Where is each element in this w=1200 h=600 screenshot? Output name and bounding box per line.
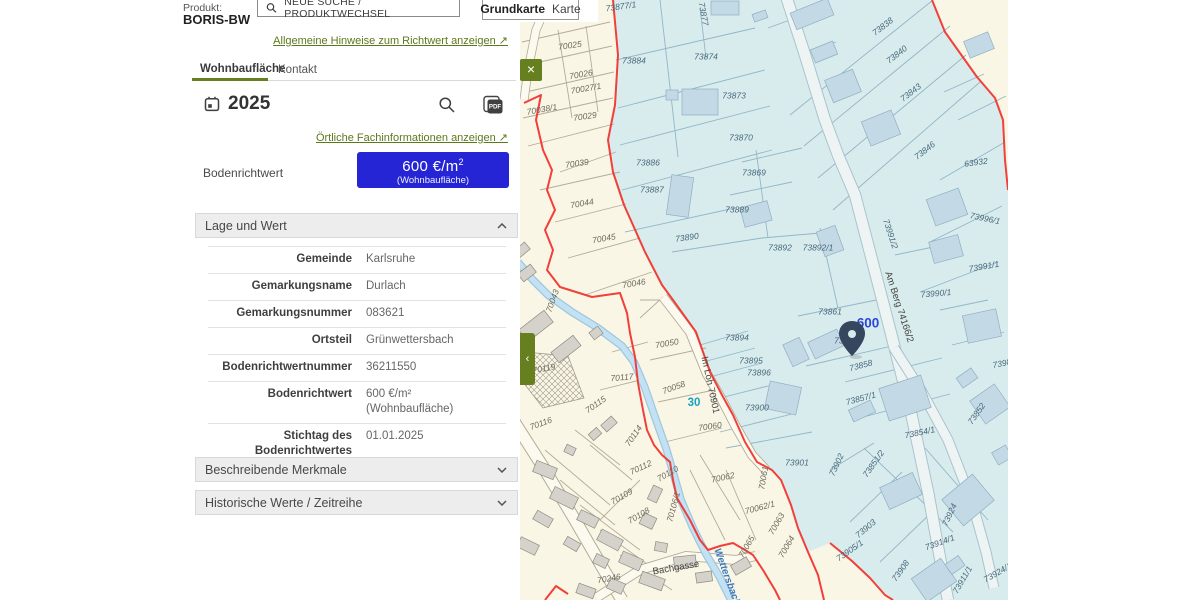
basemap-switcher[interactable]: Grundkarte Karte — [482, 0, 579, 20]
table-row-value: 01.01.2025 — [366, 429, 506, 459]
parcel-label: 73873 — [722, 90, 746, 100]
close-icon: × — [527, 61, 535, 77]
table-row: Bodenrichtwertnummer 36211550 — [208, 355, 506, 382]
parcel-label: 73901 — [785, 457, 809, 467]
active-tab-underline — [192, 78, 268, 81]
chevron-up-icon — [497, 223, 507, 229]
chevron-down-icon — [497, 500, 507, 506]
tab-wohnbauflaeche[interactable]: Wohnbaufläche — [200, 63, 285, 75]
accordion-lage-und-wert[interactable]: Lage und Wert — [195, 213, 518, 238]
accordion-beschreibende-merkmale[interactable]: Beschreibende Merkmale — [195, 457, 518, 482]
brw-note: (Wohnbaufläche) — [397, 175, 469, 186]
general-hints-link[interactable]: Allgemeine Hinweise zum Richtwert anzeig… — [273, 34, 508, 47]
table-row-label: Gemarkungsname — [208, 279, 352, 294]
table-row-value: Durlach — [366, 279, 506, 294]
year-selector[interactable]: 2025 — [228, 93, 270, 115]
parcel-label: 73869 — [742, 167, 766, 177]
table-row-value: 083621 — [366, 306, 506, 321]
bodenrichtwert-value-button[interactable]: 600 €/m2 (Wohnbaufläche) — [357, 152, 509, 188]
map-canvas[interactable]: 73877/1738777388473874738737387073838738… — [520, 0, 1008, 600]
table-row-value: Grünwettersbach — [366, 333, 506, 348]
brw-value-label: 30 — [688, 397, 701, 409]
parcel-label: 73861 — [818, 306, 842, 316]
parcel-label: 73892 — [768, 242, 792, 252]
table-row: Gemarkungsnummer 083621 — [208, 301, 506, 328]
pdf-export-icon[interactable]: PDF — [482, 95, 505, 116]
brw-sup: 2 — [459, 157, 464, 167]
accordion-label: Lage und Wert — [205, 219, 287, 233]
basemap-grundkarte[interactable]: Grundkarte — [480, 2, 545, 16]
calendar-icon — [203, 95, 221, 113]
chevron-down-icon — [497, 467, 507, 473]
search-icon — [266, 2, 277, 14]
table-row-label: Bodenrichtwert — [208, 387, 352, 417]
table-row-value: 600 €/m² (Wohnbaufläche) — [366, 387, 506, 417]
bodenrichtwert-label: Bodenrichtwert — [203, 166, 283, 180]
accordion-label: Historische Werte / Zeitreihe — [205, 496, 362, 510]
parcel-label: 73892/1 — [803, 242, 834, 252]
chevron-left-icon: ‹ — [526, 353, 530, 365]
parcel-label: 70117 — [610, 371, 634, 383]
parcel-label: 73870 — [729, 132, 753, 142]
parcel-label: 73894 — [725, 332, 749, 342]
close-panel-button[interactable]: × — [520, 59, 542, 81]
parcel-label: 73889 — [725, 204, 749, 214]
basemap-karte[interactable]: Karte — [552, 2, 581, 16]
parcel-label: 73900 — [745, 402, 769, 412]
parcel-label: 73895 — [739, 355, 763, 365]
lage-und-wert-table: GemeindeKarlsruheGemarkungsnameDurlachGe… — [208, 246, 506, 466]
new-search-label: NEUE SUCHE / PRODUKTWECHSEL — [284, 0, 459, 20]
parcel-label: 73874 — [694, 51, 718, 61]
accordion-label: Beschreibende Merkmale — [205, 463, 347, 477]
map-search-icon[interactable] — [438, 96, 456, 114]
table-row-label: Gemarkungsnummer — [208, 306, 352, 321]
accordion-historische-werte[interactable]: Historische Werte / Zeitreihe — [195, 490, 518, 515]
local-info-link[interactable]: Örtliche Fachinformationen anzeigen ↗ — [316, 131, 508, 144]
parcel-label: 73886 — [636, 157, 660, 167]
table-row-label: Bodenrichtwertnummer — [208, 360, 352, 375]
table-row: Gemeinde Karlsruhe — [208, 246, 506, 274]
parcel-label: 73884 — [622, 55, 646, 65]
table-row-label: Gemeinde — [208, 252, 352, 267]
table-row-label: Ortsteil — [208, 333, 352, 348]
product-name: BORIS-BW — [183, 12, 250, 27]
table-row-label: Stichtag des Bodenrichtwertes — [208, 429, 352, 459]
parcel-label: 73896 — [747, 367, 771, 377]
parcel-label: 73887 — [640, 184, 664, 194]
brw-value: 600 €/m — [402, 158, 458, 175]
table-row: Ortsteil Grünwettersbach — [208, 328, 506, 355]
svg-text:PDF: PDF — [489, 103, 502, 110]
tab-kontakt[interactable]: Kontakt — [278, 64, 317, 76]
table-row-value: Karlsruhe — [366, 252, 506, 267]
table-row: Bodenrichtwert 600 €/m² (Wohnbaufläche) — [208, 382, 506, 424]
table-row: Gemarkungsname Durlach — [208, 274, 506, 301]
new-search-button[interactable]: NEUE SUCHE / PRODUKTWECHSEL — [257, 0, 460, 17]
sidebar-collapse-button[interactable]: ‹ — [520, 333, 535, 385]
table-row-value: 36211550 — [366, 360, 506, 375]
